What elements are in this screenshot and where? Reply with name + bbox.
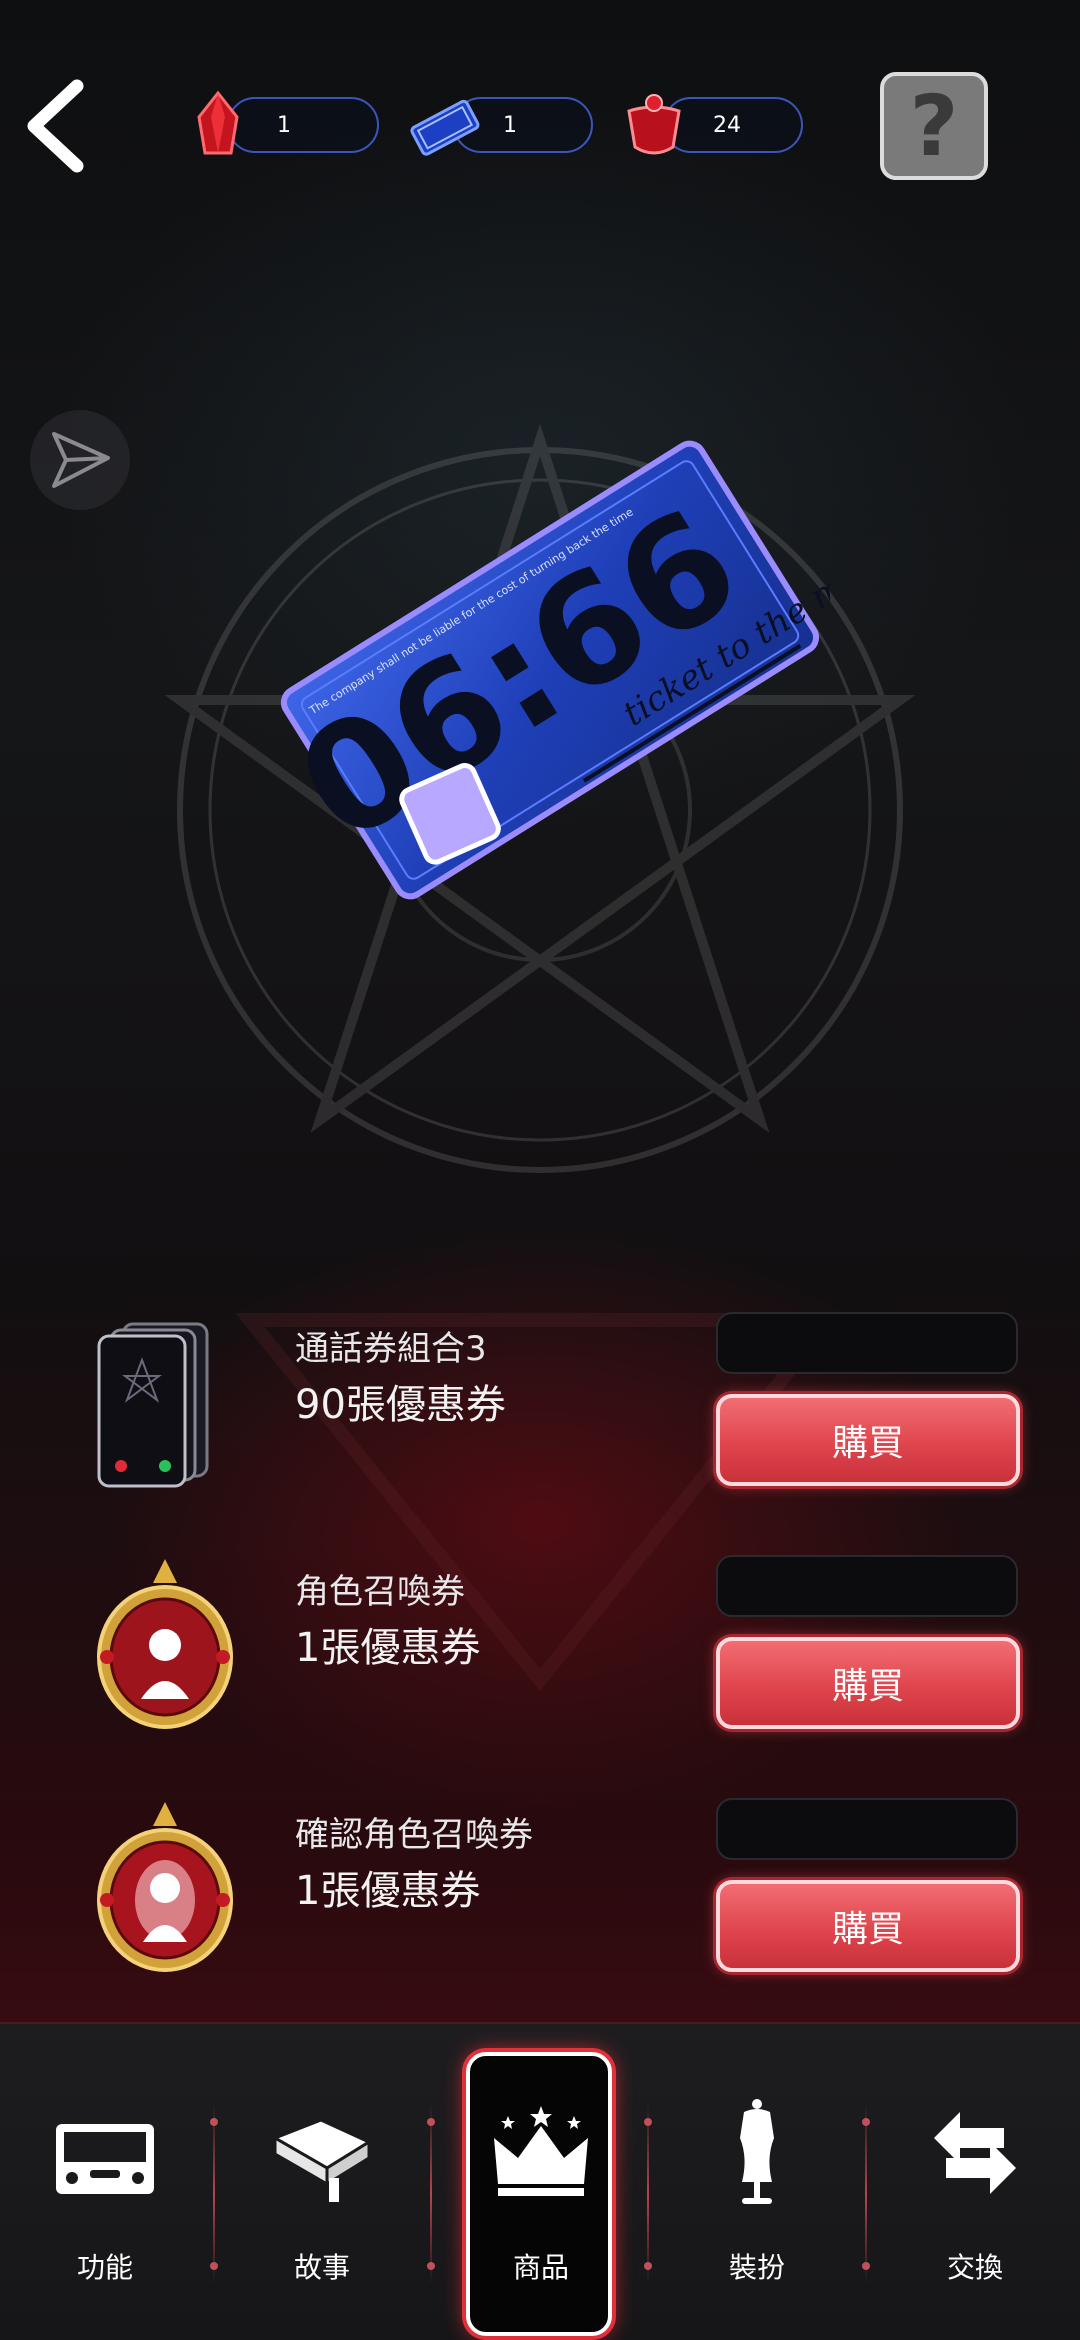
shop-item: 通話券組合3 90張優惠券 購買 [0, 1290, 1080, 1490]
book-icon [271, 2118, 373, 2202]
buy-button[interactable]: 購買 [716, 1394, 1020, 1486]
hero-ticket: 06:66 The company shall not be liable fo… [270, 420, 944, 920]
help-button[interactable]: ? [880, 72, 988, 180]
currency-ticket[interactable]: 1 [410, 97, 593, 156]
currency-crystal[interactable]: 1 [197, 90, 379, 155]
item-title: 角色召喚券 [295, 1572, 465, 1612]
chevron-left-icon [27, 79, 84, 173]
item-title: 通話券組合3 [295, 1329, 487, 1369]
buy-button[interactable]: 購買 [716, 1880, 1020, 1972]
nav-item-story[interactable]: 故事 [247, 2024, 397, 2340]
buy-button[interactable]: 購買 [716, 1637, 1020, 1729]
nav-item-exchange[interactable]: 交換 [900, 2024, 1050, 2340]
red-crystal-icon [197, 90, 239, 155]
nav-item-shop[interactable]: 商品 [466, 2024, 616, 2340]
currency-potion[interactable]: 24 [627, 94, 803, 155]
nav-label: 交換 [946, 2251, 1003, 2284]
confirmed-summon-icon [97, 1802, 233, 1972]
nav-separator [644, 2104, 652, 2284]
red-potion-icon [627, 94, 681, 155]
currency-value: 1 [503, 113, 517, 138]
nav-item-functions[interactable]: 功能 [30, 2024, 180, 2340]
bottom-nav: 功能 故事 商品 裝扮 交換 [0, 2022, 1080, 2340]
blue-ticket-icon [410, 99, 480, 156]
currency-value: 1 [277, 113, 291, 138]
character-summon-icon [97, 1559, 233, 1729]
item-subtitle: 1張優惠券 [295, 1625, 481, 1671]
back-button[interactable] [22, 78, 92, 174]
nav-label: 故事 [293, 2251, 350, 2284]
crown-icon [494, 2106, 588, 2196]
item-subtitle: 1張優惠券 [295, 1868, 481, 1914]
exchange-arrows-icon [934, 2112, 1016, 2194]
currency-value: 24 [713, 113, 741, 138]
price-box [716, 1312, 1018, 1374]
shop-item: 角色召喚券 1張優惠券 購買 [0, 1533, 1080, 1733]
nav-item-dress-up[interactable]: 裝扮 [682, 2024, 832, 2340]
item-title: 確認角色召喚券 [295, 1815, 533, 1855]
question-mark-icon: ? [909, 77, 959, 175]
price-box [716, 1798, 1018, 1860]
nav-separator [427, 2104, 435, 2284]
send-icon [52, 432, 110, 488]
nav-label: 功能 [76, 2251, 133, 2284]
shop-item: 確認角色召喚券 1張優惠券 購買 [0, 1776, 1080, 1976]
price-box [716, 1555, 1018, 1617]
mannequin-icon [740, 2099, 774, 2204]
item-subtitle: 90張優惠券 [295, 1382, 506, 1428]
nav-label: 商品 [512, 2251, 569, 2284]
nav-separator [210, 2104, 218, 2284]
console-icon [56, 2124, 154, 2194]
phone-bundle-icon [97, 1322, 209, 1488]
nav-label: 裝扮 [728, 2251, 785, 2284]
share-button[interactable] [30, 410, 130, 510]
nav-separator [862, 2104, 870, 2284]
ticket-illustration: 06:66 The company shall not be liable fo… [270, 440, 944, 900]
shop-screen: 1 1 24 ? 06:66 The company shall not be … [0, 0, 1080, 2340]
